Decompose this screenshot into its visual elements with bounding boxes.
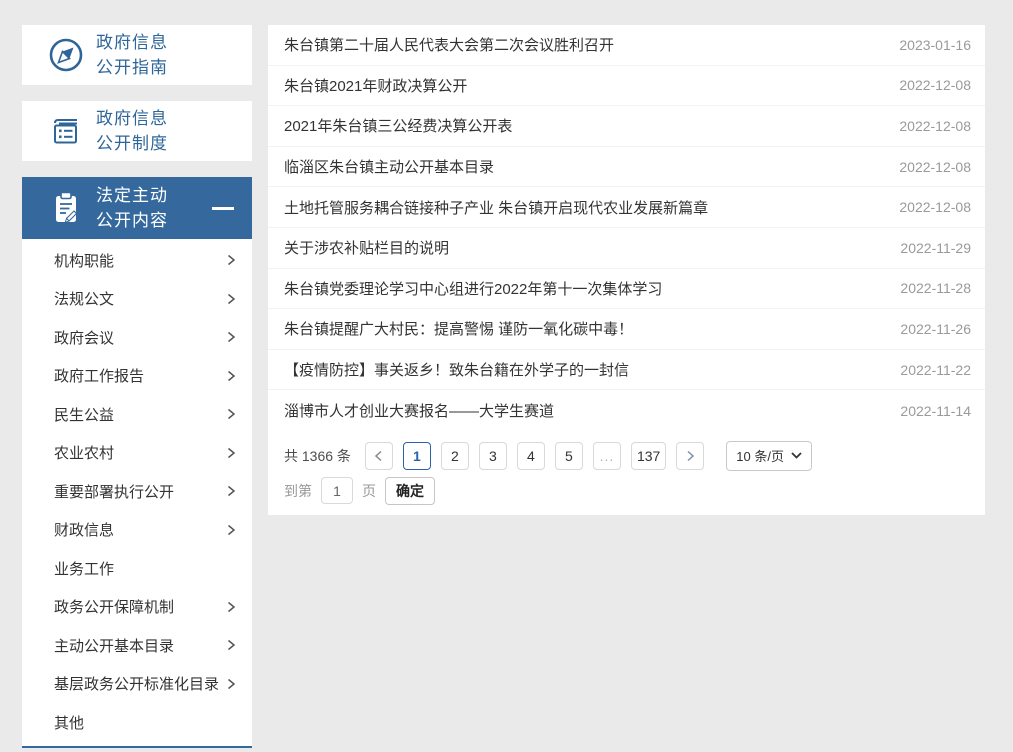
page-button-137[interactable]: 137	[631, 442, 666, 470]
news-date: 2022-11-28	[900, 280, 971, 296]
chevron-right-icon	[227, 408, 236, 420]
news-date: 2022-12-08	[899, 199, 971, 215]
page-button-1[interactable]: 1	[403, 442, 431, 470]
sidebar-item-statutory-disclosure[interactable]: 法定主动 公开内容	[22, 177, 252, 239]
chevron-right-icon	[227, 601, 236, 613]
next-page-button[interactable]	[676, 442, 704, 470]
goto-prefix-label: 到第	[284, 481, 312, 501]
news-row[interactable]: 2021年朱台镇三公经费决算公开表 2022-12-08	[268, 106, 985, 147]
sidebar-item-regulations[interactable]: 法规公文	[22, 280, 252, 319]
news-date: 2022-12-08	[899, 159, 971, 175]
page-button-5[interactable]: 5	[555, 442, 583, 470]
sidebar-item-fiscal-info[interactable]: 财政信息	[22, 511, 252, 550]
more-pages-button[interactable]: ...	[593, 442, 621, 470]
news-row[interactable]: 淄博市人才创业大赛报名——大学生赛道 2022-11-14	[268, 390, 985, 431]
news-date: 2023-01-16	[899, 37, 971, 53]
sidebar-item-other[interactable]: 其他	[22, 703, 252, 742]
news-panel: 朱台镇第二十届人民代表大会第二次会议胜利召开 2023-01-16 朱台镇202…	[268, 25, 985, 515]
sidebar-item-label: 法定主动 公开内容	[96, 183, 168, 234]
page: 政府信息 公开指南 政府信息 公开制度	[0, 0, 1013, 752]
page-size-label: 10 条/页	[736, 446, 784, 465]
news-date: 2022-11-22	[900, 362, 971, 378]
page-button-2[interactable]: 2	[441, 442, 469, 470]
news-date: 2022-12-08	[899, 77, 971, 93]
sidebar-item-business-work[interactable]: 业务工作	[22, 549, 252, 588]
total-count: 共 1366 条	[284, 446, 351, 466]
page-size-select[interactable]: 10 条/页	[726, 441, 812, 471]
news-row[interactable]: 土地托管服务耦合链接种子产业 朱台镇开启现代农业发展新篇章 2022-12-08	[268, 187, 985, 228]
prev-page-button[interactable]	[365, 442, 393, 470]
news-row[interactable]: 关于涉农补贴栏目的说明 2022-11-29	[268, 228, 985, 269]
news-title: 关于涉农补贴栏目的说明	[284, 237, 449, 258]
sidebar: 政府信息 公开指南 政府信息 公开制度	[22, 25, 252, 748]
sidebar-item-gov-info-system[interactable]: 政府信息 公开制度	[22, 101, 252, 161]
chevron-right-icon	[227, 485, 236, 497]
sidebar-item-disclosure-guarantee[interactable]: 政务公开保障机制	[22, 588, 252, 627]
sidebar-item-gov-info-guide[interactable]: 政府信息 公开指南	[22, 25, 252, 85]
news-list: 朱台镇第二十届人民代表大会第二次会议胜利召开 2023-01-16 朱台镇202…	[268, 25, 985, 431]
chevron-right-icon	[227, 293, 236, 305]
chevron-down-icon	[791, 452, 802, 459]
chevron-right-icon	[227, 254, 236, 266]
pagination: 共 1366 条 1 2 3 4 5 ... 137 10 条/页	[268, 441, 985, 471]
news-row[interactable]: 朱台镇2021年财政决算公开 2022-12-08	[268, 66, 985, 107]
minus-icon	[212, 207, 234, 210]
news-title: 2021年朱台镇三公经费决算公开表	[284, 115, 512, 136]
book-list-icon	[46, 111, 86, 151]
chevron-left-icon	[374, 450, 383, 462]
news-title: 土地托管服务耦合链接种子产业 朱台镇开启现代农业发展新篇章	[284, 197, 708, 218]
chevron-right-icon	[227, 447, 236, 459]
page-button-4[interactable]: 4	[517, 442, 545, 470]
news-row[interactable]: 【疫情防控】事关返乡！致朱台籍在外学子的一封信 2022-11-22	[268, 350, 985, 391]
sidebar-item-label: 政府信息 公开指南	[96, 30, 168, 81]
news-title: 【疫情防控】事关返乡！致朱台籍在外学子的一封信	[284, 359, 629, 380]
sidebar-item-agriculture[interactable]: 农业农村	[22, 434, 252, 473]
confirm-button[interactable]: 确定	[385, 477, 435, 505]
sidebar-item-work-report[interactable]: 政府工作报告	[22, 357, 252, 396]
news-title: 朱台镇第二十届人民代表大会第二次会议胜利召开	[284, 34, 614, 55]
news-title: 淄博市人才创业大赛报名——大学生赛道	[284, 400, 554, 421]
news-date: 2022-11-26	[900, 321, 971, 337]
sidebar-item-grassroots-catalog[interactable]: 基层政务公开标准化目录	[22, 665, 252, 704]
compass-icon	[46, 35, 86, 75]
news-title: 临淄区朱台镇主动公开基本目录	[284, 156, 494, 177]
sidebar-item-gov-meetings[interactable]: 政府会议	[22, 318, 252, 357]
chevron-right-icon	[227, 524, 236, 536]
sidebar-item-basic-catalog[interactable]: 主动公开基本目录	[22, 626, 252, 665]
chevron-right-icon	[227, 370, 236, 382]
sidebar-item-livelihood[interactable]: 民生公益	[22, 395, 252, 434]
sidebar-menu: 机构职能 法规公文 政府会议 政府工作报告 民生公益 农业农村	[22, 239, 252, 748]
clipboard-pencil-icon	[46, 188, 86, 228]
goto-page: 到第 页 确定	[268, 477, 985, 505]
sidebar-item-key-deployment[interactable]: 重要部署执行公开	[22, 472, 252, 511]
chevron-right-icon	[227, 678, 236, 690]
news-date: 2022-12-08	[899, 118, 971, 134]
goto-suffix-label: 页	[362, 481, 376, 501]
chevron-right-icon	[227, 331, 236, 343]
page-button-3[interactable]: 3	[479, 442, 507, 470]
sidebar-item-label: 政府信息 公开制度	[96, 106, 168, 157]
news-row[interactable]: 朱台镇党委理论学习中心组进行2022年第十一次集体学习 2022-11-28	[268, 269, 985, 310]
news-date: 2022-11-14	[900, 403, 971, 419]
news-date: 2022-11-29	[900, 240, 971, 256]
news-title: 朱台镇提醒广大村民：提高警惕 谨防一氧化碳中毒！	[284, 318, 633, 339]
news-row[interactable]: 朱台镇第二十届人民代表大会第二次会议胜利召开 2023-01-16	[268, 25, 985, 66]
sidebar-item-org-functions[interactable]: 机构职能	[22, 241, 252, 280]
news-row[interactable]: 临淄区朱台镇主动公开基本目录 2022-12-08	[268, 147, 985, 188]
news-title: 朱台镇2021年财政决算公开	[284, 75, 467, 96]
goto-page-input[interactable]	[321, 477, 353, 504]
news-title: 朱台镇党委理论学习中心组进行2022年第十一次集体学习	[284, 278, 662, 299]
chevron-right-icon	[686, 450, 695, 462]
chevron-right-icon	[227, 639, 236, 651]
news-row[interactable]: 朱台镇提醒广大村民：提高警惕 谨防一氧化碳中毒！ 2022-11-26	[268, 309, 985, 350]
